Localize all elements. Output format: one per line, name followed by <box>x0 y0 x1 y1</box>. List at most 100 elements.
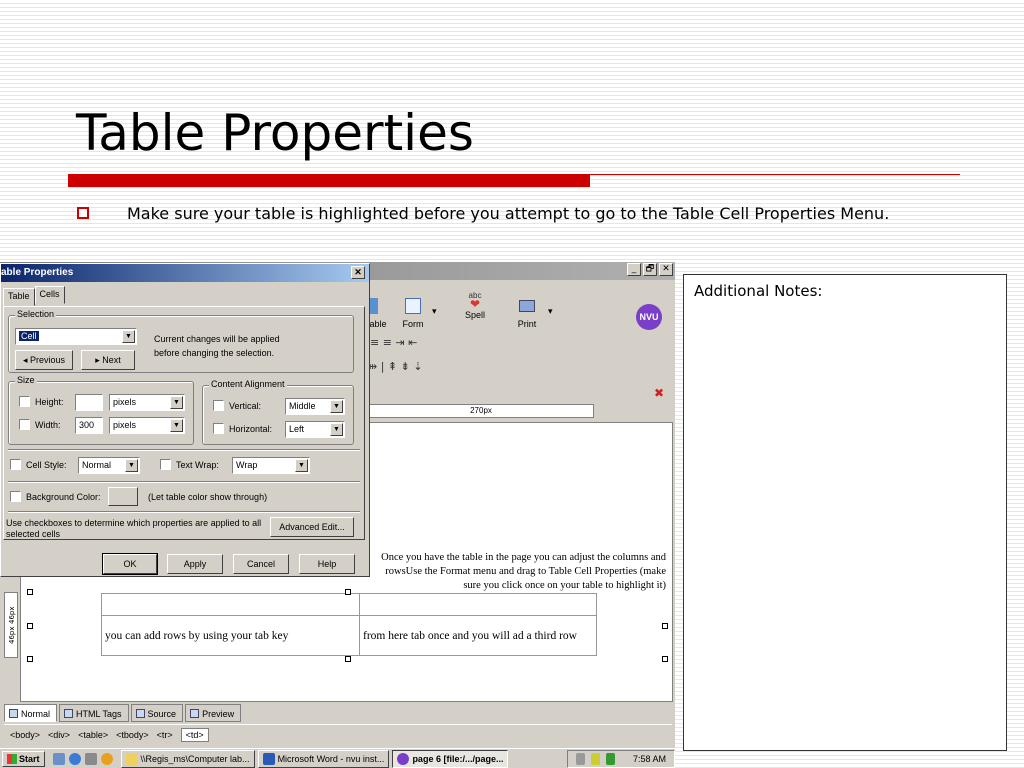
height-checkbox[interactable] <box>19 396 30 407</box>
title-accent-bar <box>68 174 590 187</box>
previous-button[interactable]: ◂ Previous <box>15 350 73 370</box>
table-cell[interactable] <box>101 593 360 616</box>
ok-button[interactable]: OK <box>102 553 158 575</box>
tab-preview-label: Preview <box>202 708 235 719</box>
print-dropdown-arrow[interactable]: ▾ <box>548 306 553 317</box>
resize-handle[interactable] <box>345 589 351 595</box>
background-color-well[interactable] <box>108 487 138 506</box>
resize-handle[interactable] <box>662 656 668 662</box>
restore-button[interactable]: 🗗 <box>643 263 657 276</box>
width-unit-select[interactable]: pixels ▼ <box>109 417 185 434</box>
height-unit-select[interactable]: pixels ▼ <box>109 394 185 411</box>
show-desktop-icon[interactable] <box>52 752 65 765</box>
resize-handle[interactable] <box>27 623 33 629</box>
table-cell[interactable]: you can add rows by using your tab key <box>101 615 360 656</box>
vertical-checkbox[interactable] <box>213 400 224 411</box>
tag-div[interactable]: <div> <box>48 730 70 740</box>
tab-source[interactable]: Source <box>130 704 184 722</box>
resize-handle[interactable] <box>662 623 668 629</box>
close-tab-icon[interactable]: ✖ <box>654 386 664 400</box>
taskbar-nvu-label: page 6 [file:/.../page... <box>412 753 504 764</box>
cell-style-checkbox[interactable] <box>10 459 21 470</box>
system-tray: 7:58 AM <box>566 749 675 768</box>
toolbar-form-label: Form <box>402 319 424 329</box>
selection-value: Cell <box>19 331 39 341</box>
chevron-down-icon: ▼ <box>125 459 138 472</box>
table-cell[interactable] <box>359 593 597 616</box>
tab-cells[interactable]: Cells <box>34 286 65 304</box>
form-dropdown-arrow[interactable]: ▾ <box>432 306 437 317</box>
clock: 7:58 AM <box>632 753 666 764</box>
cancel-button[interactable]: Cancel <box>233 554 289 574</box>
format-toolbar: ≡ ≡ ⇥ ⇤ ⇹ | ⇞ ⇟ ⇣ <box>368 336 673 380</box>
tag-tbody[interactable]: <tbody> <box>116 730 149 740</box>
toolbar-table-button[interactable]: able <box>368 298 388 329</box>
chevron-down-icon: ▼ <box>170 419 183 432</box>
resize-handle[interactable] <box>27 589 33 595</box>
text-wrap-label: Text Wrap: <box>176 460 219 470</box>
cell-style-value: Normal <box>82 460 112 470</box>
slide-title: Table Properties <box>76 104 474 162</box>
background-color-checkbox[interactable] <box>10 491 21 502</box>
spell-check-icon: abc ❤ <box>468 291 482 311</box>
start-button[interactable]: Start <box>2 750 45 767</box>
tray-icon[interactable] <box>575 752 585 765</box>
editor-table[interactable]: you can add rows by using your tab key f… <box>101 593 597 656</box>
dialog-close-button[interactable]: ✕ <box>351 266 365 279</box>
text-wrap-select[interactable]: Wrap ▼ <box>232 457 310 474</box>
chevron-down-icon: ▼ <box>330 423 343 436</box>
taskbar-explorer[interactable]: \\Regis_ms\Computer lab... <box>120 749 255 768</box>
height-unit-value: pixels <box>113 397 137 407</box>
table-edit-buttons[interactable]: ⇹ | ⇞ ⇟ ⇣ <box>368 360 423 373</box>
advanced-edit-button[interactable]: Advanced Edit... <box>270 517 354 537</box>
next-button[interactable]: ▸ Next <box>81 350 135 370</box>
selection-note-2: before changing the selection. <box>154 348 275 358</box>
cell-style-select[interactable]: Normal ▼ <box>78 457 140 474</box>
table-row: you can add rows by using your tab key f… <box>101 615 597 656</box>
selection-select[interactable]: Cell ▼ <box>15 328 137 345</box>
width-input[interactable]: 300 <box>75 417 103 434</box>
source-icon <box>135 709 145 718</box>
tray-app-icon[interactable] <box>605 752 615 765</box>
browser-icon[interactable] <box>68 752 81 765</box>
align-buttons[interactable]: ≡ ≡ ⇥ ⇤ <box>370 336 417 349</box>
resize-handle[interactable] <box>27 656 33 662</box>
selection-note-1: Current changes will be applied <box>154 334 280 344</box>
tab-preview[interactable]: Preview <box>185 704 242 722</box>
horizontal-select[interactable]: Left ▼ <box>285 421 345 438</box>
table-row <box>101 593 597 616</box>
taskbar-nvu[interactable]: page 6 [file:/.../page... <box>392 749 509 768</box>
resize-handle[interactable] <box>345 656 351 662</box>
page-icon <box>9 709 18 718</box>
height-input[interactable] <box>75 394 103 411</box>
chevron-down-icon: ▼ <box>122 330 135 343</box>
text-wrap-checkbox[interactable] <box>160 459 171 470</box>
table-cell[interactable]: from here tab once and you will ad a thi… <box>359 615 597 656</box>
vertical-select[interactable]: Middle ▼ <box>285 398 345 415</box>
media-icon[interactable] <box>100 752 113 765</box>
tab-html-tags[interactable]: HTML Tags <box>59 704 129 722</box>
network-icon[interactable] <box>84 752 97 765</box>
help-button[interactable]: Help <box>299 554 355 574</box>
taskbar-word[interactable]: Microsoft Word - nvu inst... <box>257 749 390 768</box>
volume-icon[interactable] <box>590 752 600 765</box>
close-window-button[interactable]: ✕ <box>659 263 673 276</box>
toolbar-spell-button[interactable]: abc ❤ Spell <box>460 291 490 321</box>
windows-taskbar: Start \\Regis_ms\Computer lab... Microso… <box>0 748 675 768</box>
height-label: Height: <box>35 397 64 407</box>
tag-body[interactable]: <body> <box>10 730 40 740</box>
minimize-button[interactable]: _ <box>627 263 641 276</box>
tab-normal[interactable]: Normal <box>4 704 58 722</box>
apply-button[interactable]: Apply <box>167 554 223 574</box>
tag-path-bar: <body> <div> <table> <tbody> <tr> <td> <box>4 724 672 744</box>
tag-table[interactable]: <table> <box>78 730 108 740</box>
tag-td[interactable]: <td> <box>180 727 209 742</box>
tab-table[interactable]: Table <box>3 288 35 306</box>
edit-mode-tabs: Normal HTML Tags Source Preview <box>4 704 243 722</box>
toolbar-print-button[interactable]: Print <box>512 298 542 329</box>
horizontal-checkbox[interactable] <box>213 423 224 434</box>
tag-tr[interactable]: <tr> <box>157 730 173 740</box>
vertical-value: Middle <box>289 401 316 411</box>
width-checkbox[interactable] <box>19 419 30 430</box>
toolbar-form-button[interactable]: Form <box>398 298 428 329</box>
